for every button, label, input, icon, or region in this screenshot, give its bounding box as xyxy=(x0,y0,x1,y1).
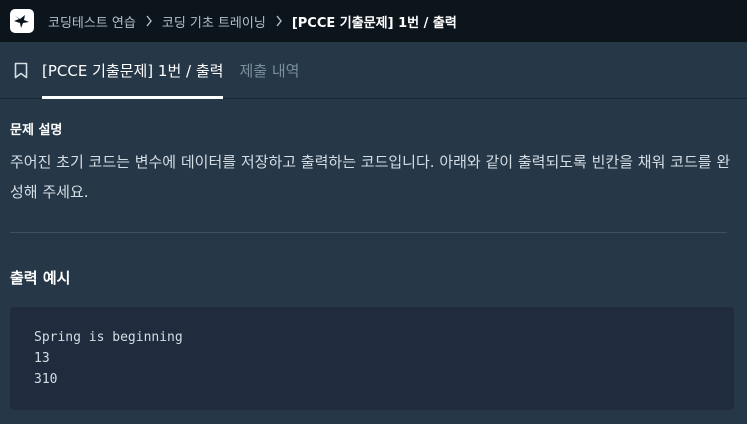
bookmark-icon[interactable] xyxy=(14,42,30,98)
breadcrumb-basic-training[interactable]: 코딩 기초 트레이닝 xyxy=(162,12,266,31)
chevron-right-icon xyxy=(142,14,156,28)
tab-submissions[interactable]: 제출 내역 xyxy=(239,42,299,98)
problem-content: 문제 설명 주어진 초기 코드는 변수에 데이터를 저장하고 출력하는 코드입니… xyxy=(0,119,747,410)
tab-bar: [PCCE 기출문제] 1번 / 출력 제출 내역 xyxy=(0,42,747,99)
chevron-right-icon xyxy=(272,14,286,28)
output-example-code-block: Spring is beginning 13 310 xyxy=(10,307,734,410)
logo-icon[interactable] xyxy=(10,9,34,33)
breadcrumb-current-problem: [PCCE 기출문제] 1번 / 출력 xyxy=(291,15,457,31)
problem-description-text: 주어진 초기 코드는 변수에 데이터를 저장하고 출력하는 코드입니다. 아래와… xyxy=(10,153,731,201)
problem-description-title: 문제 설명 xyxy=(10,123,63,138)
code-line: 13 xyxy=(34,351,50,366)
breadcrumb-coding-test[interactable]: 코딩테스트 연습 xyxy=(48,12,136,31)
output-example-title: 출력 예시 xyxy=(10,269,71,287)
top-navigation-bar: 코딩테스트 연습 코딩 기초 트레이닝 [PCCE 기출문제] 1번 / 출력 xyxy=(0,0,747,42)
tab-problem[interactable]: [PCCE 기출문제] 1번 / 출력 xyxy=(42,42,224,99)
code-line: Spring is beginning xyxy=(34,330,183,345)
divider xyxy=(10,232,727,233)
code-line: 310 xyxy=(34,372,58,387)
